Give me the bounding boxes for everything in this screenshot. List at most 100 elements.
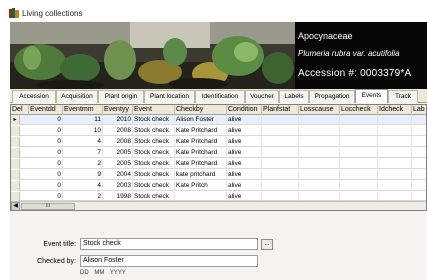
- cell-eventyy[interactable]: 2008: [103, 137, 133, 147]
- cell-event[interactable]: Stock check: [133, 148, 175, 158]
- tab-track[interactable]: Track: [388, 90, 418, 103]
- cell-checkby[interactable]: Kate Pritchard: [175, 148, 227, 158]
- tab-acquisition[interactable]: Acquisition: [56, 90, 98, 103]
- checked-by-field[interactable]: Alison Foster: [80, 255, 258, 267]
- cell-loccheck[interactable]: [340, 137, 378, 147]
- tab-plant-origin[interactable]: Plant origin: [98, 90, 144, 103]
- tab-identification[interactable]: Identification: [195, 90, 245, 103]
- cell-eventyy[interactable]: 2004: [103, 170, 133, 180]
- cell-condition[interactable]: alive: [227, 148, 262, 158]
- events-grid[interactable]: Del Eventdd Eventmm Eventyy Event Checkb…: [10, 104, 427, 211]
- cell-idcheck[interactable]: [378, 148, 412, 158]
- cell-idcheck[interactable]: [378, 181, 412, 191]
- cell-planfstat[interactable]: [262, 148, 299, 158]
- cell-losscause[interactable]: [299, 159, 340, 169]
- table-row[interactable]: 0 2 1998 Stock check alive: [11, 192, 426, 202]
- cell-planfstat[interactable]: [262, 115, 299, 125]
- cell-loccheck[interactable]: [340, 159, 378, 169]
- cell-idcheck[interactable]: [378, 170, 412, 180]
- cell-losscause[interactable]: [299, 170, 340, 180]
- cell-eventdd[interactable]: 0: [29, 148, 63, 158]
- col-header-planfstat[interactable]: Planfstat: [262, 105, 299, 115]
- cell-event[interactable]: Stock check: [133, 170, 175, 180]
- cell-eventmm[interactable]: 11: [63, 115, 103, 125]
- cell-eventmm[interactable]: 4: [63, 181, 103, 191]
- cell-checkby[interactable]: Kate Pritch: [175, 181, 227, 191]
- row-selector[interactable]: [11, 181, 20, 191]
- cell-condition[interactable]: alive: [227, 159, 262, 169]
- cell-losscause[interactable]: [299, 181, 340, 191]
- cell-event[interactable]: Stock check: [133, 159, 175, 169]
- cell-eventyy[interactable]: 2005: [103, 159, 133, 169]
- cell-loccheck[interactable]: [340, 148, 378, 158]
- horizontal-scrollbar[interactable]: ◀ III: [11, 201, 426, 210]
- cell-condition[interactable]: alive: [227, 137, 262, 147]
- cell-condition[interactable]: alive: [227, 170, 262, 180]
- col-header-eventdd[interactable]: Eventdd: [29, 105, 63, 115]
- cell-idcheck[interactable]: [378, 115, 412, 125]
- cell-planfstat[interactable]: [262, 159, 299, 169]
- table-row[interactable]: 0 4 2003 Stock check Kate Pritch alive: [11, 181, 426, 191]
- browse-button[interactable]: ...: [261, 239, 273, 250]
- cell-losscause[interactable]: [299, 148, 340, 158]
- cell-eventyy[interactable]: 2008: [103, 126, 133, 136]
- col-header-losscause[interactable]: Losscause: [299, 105, 340, 115]
- cell-losscause[interactable]: [299, 126, 340, 136]
- cell-condition[interactable]: alive: [227, 181, 262, 191]
- cell-condition[interactable]: alive: [227, 126, 262, 136]
- table-row[interactable]: 0 4 2008 Stock check Kate Pritchard aliv…: [11, 137, 426, 147]
- col-header-idcheck[interactable]: Idcheck: [378, 105, 412, 115]
- cell-loccheck[interactable]: [340, 170, 378, 180]
- cell-eventdd[interactable]: 0: [29, 137, 63, 147]
- cell-eventmm[interactable]: 7: [63, 148, 103, 158]
- cell-eventyy[interactable]: 2003: [103, 181, 133, 191]
- cell-checkby[interactable]: kate pritchard: [175, 170, 227, 180]
- col-header-condition[interactable]: Condition: [227, 105, 262, 115]
- cell-eventdd[interactable]: 0: [29, 126, 63, 136]
- cell-loccheck[interactable]: [340, 126, 378, 136]
- col-header-eventmm[interactable]: Eventmm: [63, 105, 103, 115]
- cell-loccheck[interactable]: [340, 115, 378, 125]
- cell-losscause[interactable]: [299, 137, 340, 147]
- row-selector[interactable]: [11, 148, 20, 158]
- cell-event[interactable]: Stock check: [133, 181, 175, 191]
- scroll-thumb[interactable]: III: [21, 203, 75, 210]
- row-selector[interactable]: [11, 170, 20, 180]
- table-row[interactable]: ▸ 0 11 2010 Stock check Alison Foster al…: [11, 115, 426, 125]
- col-header-event[interactable]: Event: [133, 105, 175, 115]
- row-selector[interactable]: [11, 126, 20, 136]
- cell-planfstat[interactable]: [262, 181, 299, 191]
- table-row[interactable]: 0 9 2004 Stock check kate pritchard aliv…: [11, 170, 426, 180]
- cell-eventmm[interactable]: 9: [63, 170, 103, 180]
- tab-events[interactable]: Events: [355, 89, 388, 103]
- cell-condition[interactable]: alive: [227, 115, 262, 125]
- col-header-eventyy[interactable]: Eventyy: [103, 105, 133, 115]
- cell-eventyy[interactable]: 2005: [103, 148, 133, 158]
- scroll-left-icon[interactable]: ◀: [11, 202, 20, 210]
- cell-idcheck[interactable]: [378, 137, 412, 147]
- row-selector[interactable]: [11, 137, 20, 147]
- cell-event[interactable]: Stock check: [133, 115, 175, 125]
- cell-checkby[interactable]: Kate Pritchard: [175, 137, 227, 147]
- cell-eventdd[interactable]: 0: [29, 181, 63, 191]
- cell-planfstat[interactable]: [262, 170, 299, 180]
- tab-voucher[interactable]: Voucher: [245, 90, 279, 103]
- cell-eventdd[interactable]: 0: [29, 115, 63, 125]
- cell-event[interactable]: Stock check: [133, 126, 175, 136]
- col-header-loccheck[interactable]: Loccheck: [340, 105, 378, 115]
- cell-planfstat[interactable]: [262, 126, 299, 136]
- tab-labels[interactable]: Labels: [279, 90, 309, 103]
- cell-checkby[interactable]: Kate Pritchard: [175, 126, 227, 136]
- tab-propagation[interactable]: Propagation: [309, 90, 355, 103]
- cell-idcheck[interactable]: [378, 126, 412, 136]
- cell-checkby[interactable]: Alison Foster: [175, 115, 227, 125]
- cell-eventyy[interactable]: 2010: [103, 115, 133, 125]
- tab-accession[interactable]: Accession: [12, 90, 56, 103]
- col-header-del[interactable]: Del: [11, 105, 29, 115]
- cell-eventmm[interactable]: 4: [63, 137, 103, 147]
- table-row[interactable]: 0 2 2005 Stock check Kate Pritchard aliv…: [11, 159, 426, 169]
- event-title-field[interactable]: Stock check: [80, 238, 258, 250]
- row-selector[interactable]: [11, 159, 20, 169]
- col-header-checkby[interactable]: Checkby: [175, 105, 227, 115]
- table-row[interactable]: 0 10 2008 Stock check Kate Pritchard ali…: [11, 126, 426, 136]
